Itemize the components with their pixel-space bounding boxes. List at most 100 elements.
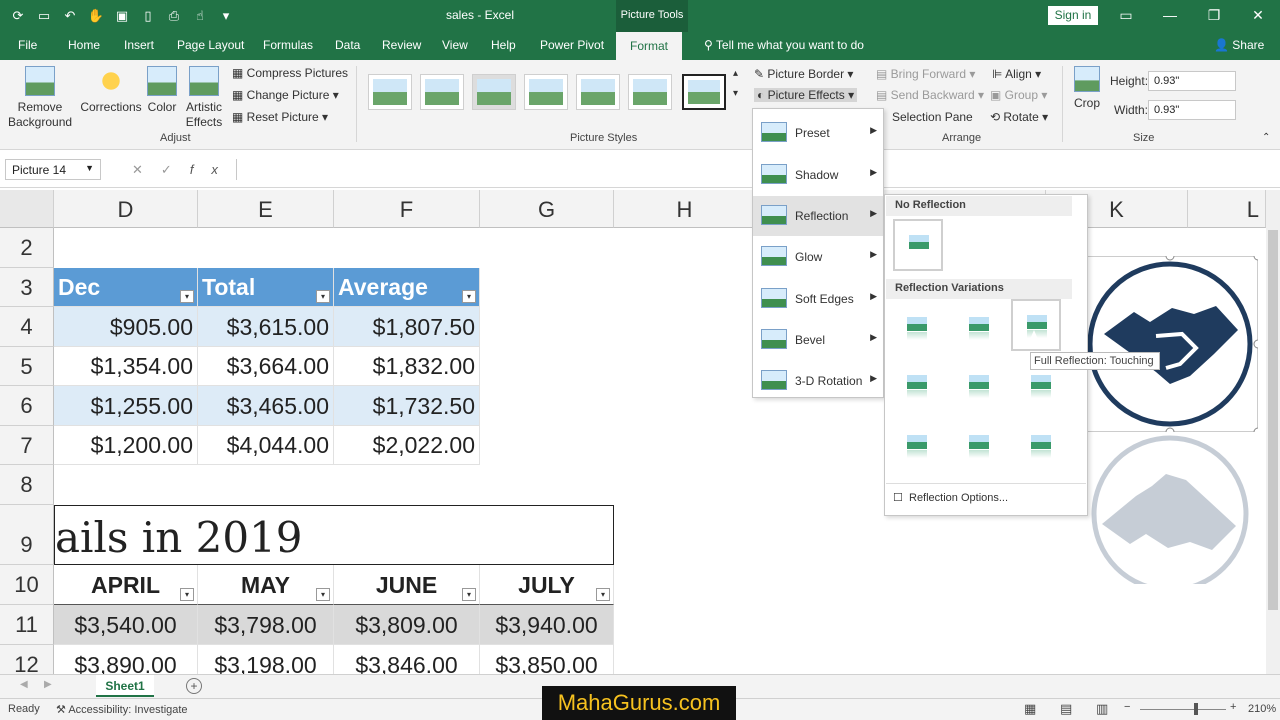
color-button[interactable]: Color: [144, 66, 180, 115]
accessibility-status[interactable]: ⚒ Accessibility: Investigate: [56, 703, 188, 716]
reflection-tight-4pt[interactable]: [893, 361, 943, 413]
table-cell[interactable]: $3,198.00: [198, 645, 334, 674]
reflection-tight-8pt[interactable]: [893, 421, 943, 473]
menu-item-preset[interactable]: Preset ▶: [753, 113, 883, 153]
table-header-cell[interactable]: Total ▾: [198, 268, 334, 307]
filter-dropdown-icon[interactable]: ▾: [596, 588, 610, 601]
table-cell[interactable]: $1,200.00: [54, 426, 198, 465]
selection-pane-button[interactable]: Selection Pane: [892, 110, 973, 124]
picture-style-1[interactable]: [368, 74, 412, 110]
rotate-button[interactable]: ⟲ Rotate ▾: [990, 110, 1048, 124]
table-cell[interactable]: $3,850.00: [480, 645, 614, 674]
reflection-none[interactable]: [893, 219, 943, 271]
normal-view-icon[interactable]: ▦: [1024, 701, 1036, 717]
tab-insert[interactable]: Insert: [124, 38, 154, 52]
table-header-cell[interactable]: JUNE ▾: [334, 565, 480, 605]
row-header-3[interactable]: 3: [0, 268, 54, 307]
column-header-d[interactable]: D: [54, 190, 198, 228]
tab-data[interactable]: Data: [335, 38, 360, 52]
reflection-half-touching[interactable]: [955, 303, 1005, 355]
tell-me-search[interactable]: ⚲ Tell me what you want to do: [704, 38, 864, 52]
filter-dropdown-icon[interactable]: ▾: [462, 588, 476, 601]
column-header-l[interactable]: L: [1188, 190, 1266, 228]
table-header-cell[interactable]: Dec ▾: [54, 268, 198, 307]
scroll-thumb[interactable]: [1268, 230, 1278, 610]
group-button[interactable]: ▣ Group ▾: [990, 88, 1047, 102]
filter-dropdown-icon[interactable]: ▾: [180, 588, 194, 601]
height-input[interactable]: 0.93": [1148, 71, 1236, 91]
corrections-button[interactable]: Corrections: [80, 66, 142, 115]
row-header-8[interactable]: 8: [0, 465, 54, 505]
ribbon-display-icon[interactable]: ▭: [1104, 0, 1148, 30]
reflection-tight-touching[interactable]: [893, 303, 943, 355]
table-cell[interactable]: $3,465.00: [198, 386, 334, 426]
table-cell[interactable]: $1,732.50: [334, 386, 480, 426]
table-cell[interactable]: $905.00: [54, 307, 198, 347]
resize-handle[interactable]: [1253, 256, 1258, 261]
column-header-g[interactable]: G: [480, 190, 614, 228]
minimize-icon[interactable]: —: [1148, 0, 1192, 30]
zoom-slider-handle[interactable]: [1194, 703, 1198, 715]
title-cell[interactable]: ails in 2019: [54, 505, 614, 565]
resize-handle[interactable]: [1253, 339, 1258, 349]
tab-formulas[interactable]: Formulas: [263, 38, 313, 52]
menu-item-reflection[interactable]: Reflection ▶: [753, 196, 883, 236]
row-header-4[interactable]: 4: [0, 307, 54, 347]
table-cell[interactable]: $1,354.00: [54, 347, 198, 386]
share-button[interactable]: 👤 Share: [1214, 38, 1264, 52]
tab-review[interactable]: Review: [382, 38, 421, 52]
column-header-h[interactable]: H: [614, 190, 756, 228]
table-header-cell[interactable]: APRIL ▾: [54, 565, 198, 605]
zoom-level[interactable]: 210%: [1248, 703, 1276, 715]
name-box[interactable]: Picture 14 ▼: [5, 159, 101, 180]
add-sheet-icon[interactable]: +: [186, 678, 202, 694]
styles-scroll-up[interactable]: ▴: [733, 68, 738, 79]
resize-handle[interactable]: [1253, 427, 1258, 432]
send-backward-button[interactable]: ▤ Send Backward ▾: [876, 88, 984, 102]
reflection-options-button[interactable]: ☐ Reflection Options...: [893, 491, 1008, 504]
sign-in-button[interactable]: Sign in: [1048, 6, 1098, 25]
row-header-5[interactable]: 5: [0, 347, 54, 386]
resize-handle[interactable]: [1165, 427, 1175, 432]
table-header-cell[interactable]: Average ▾: [334, 268, 480, 307]
menu-item-3d-rotation[interactable]: 3-D Rotation ▶: [753, 361, 883, 401]
insert-function-icon[interactable]: fx: [190, 162, 236, 177]
resize-handle[interactable]: [1165, 256, 1175, 261]
column-header-f[interactable]: F: [334, 190, 480, 228]
zoom-out-icon[interactable]: −: [1124, 701, 1130, 713]
row-header-9[interactable]: 9: [0, 505, 54, 565]
restore-icon[interactable]: ❐: [1192, 0, 1236, 30]
formula-input[interactable]: [236, 159, 1256, 180]
filter-dropdown-icon[interactable]: ▾: [316, 290, 330, 303]
picture-effects-button[interactable]: ◐ Picture Effects ▾: [754, 88, 858, 102]
tab-home[interactable]: Home: [68, 38, 100, 52]
enter-icon[interactable]: ✓: [161, 162, 190, 177]
picture-border-button[interactable]: ✎ Picture Border ▾: [754, 67, 853, 81]
remove-background-button[interactable]: Remove Background: [8, 66, 72, 130]
table-cell[interactable]: $4,044.00: [198, 426, 334, 465]
tab-help[interactable]: Help: [491, 38, 516, 52]
width-input[interactable]: 0.93": [1148, 100, 1236, 120]
table-cell[interactable]: $1,255.00: [54, 386, 198, 426]
crop-button[interactable]: Crop: [1070, 66, 1104, 111]
cancel-icon[interactable]: ✕: [132, 162, 161, 177]
table-cell[interactable]: $2,022.00: [334, 426, 480, 465]
select-all-corner[interactable]: [0, 190, 54, 228]
styles-scroll-down[interactable]: ▾: [733, 88, 738, 99]
table-cell[interactable]: $1,807.50: [334, 307, 480, 347]
sheet-prev-icon[interactable]: ◀: [20, 679, 28, 690]
table-header-cell[interactable]: MAY ▾: [198, 565, 334, 605]
row-header-6[interactable]: 6: [0, 386, 54, 426]
reflection-half-8pt[interactable]: [955, 421, 1005, 473]
picture-style-4[interactable]: [524, 74, 568, 110]
tab-view[interactable]: View: [442, 38, 468, 52]
align-button[interactable]: ⊫ Align ▾: [992, 67, 1041, 81]
name-box-dropdown-icon[interactable]: ▼: [85, 163, 94, 173]
row-header-12[interactable]: 12: [0, 645, 54, 674]
zoom-slider[interactable]: [1140, 709, 1226, 710]
change-picture-button[interactable]: ▦ Change Picture ▾: [232, 88, 339, 102]
reflection-half-4pt[interactable]: [955, 361, 1005, 413]
table-header-cell[interactable]: JULY ▾: [480, 565, 614, 605]
table-cell[interactable]: $3,798.00: [198, 605, 334, 645]
reflection-full-8pt[interactable]: [1017, 421, 1067, 473]
